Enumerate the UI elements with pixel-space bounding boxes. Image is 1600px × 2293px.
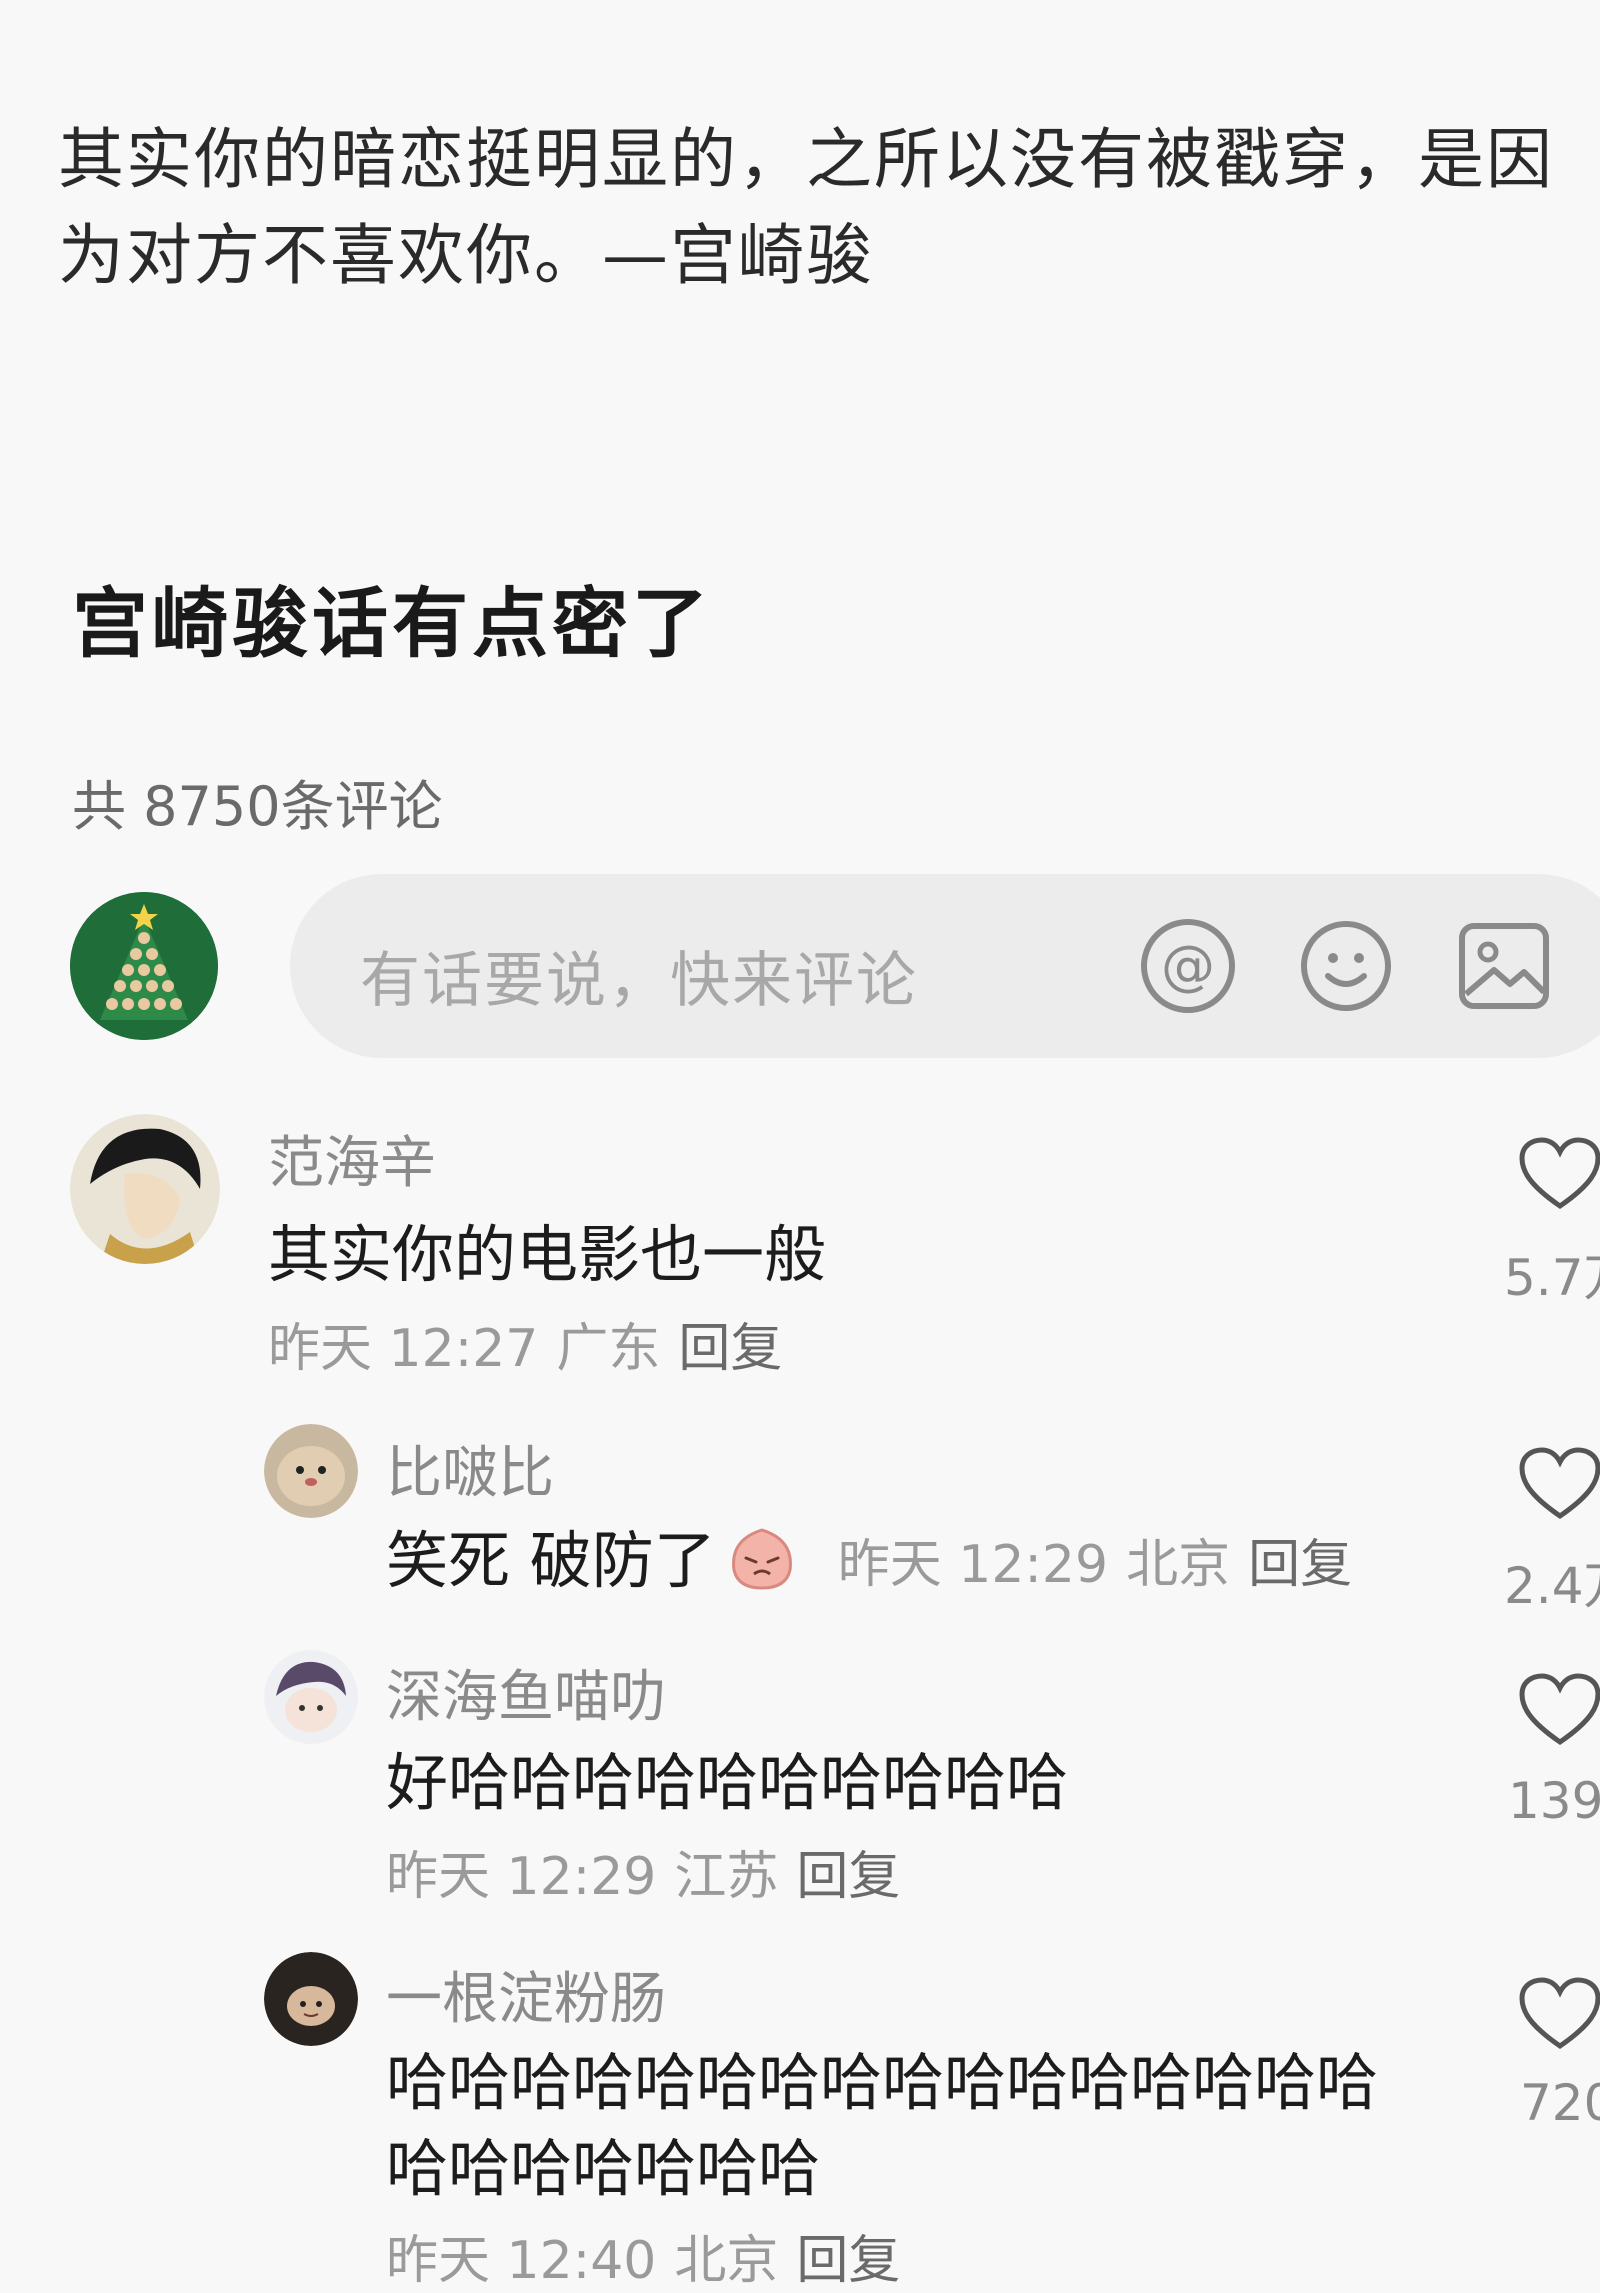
reply-location: 北京 bbox=[674, 2231, 779, 2291]
like-count: 1395 bbox=[1508, 1772, 1600, 1830]
comment-location: 广东 bbox=[556, 1319, 661, 1379]
reply-text-line-1: 哈哈哈哈哈哈哈哈哈哈哈哈哈哈哈哈 bbox=[386, 2046, 1379, 2119]
comment-username[interactable]: 范海辛 bbox=[268, 1118, 436, 1199]
comment-input-placeholder: 有话要说，快来评论 bbox=[360, 946, 918, 1016]
reply-text-content: 笑死 破防了 bbox=[386, 1524, 716, 1597]
emoji-icon[interactable] bbox=[1298, 918, 1394, 1014]
like-icon[interactable] bbox=[1518, 1976, 1600, 2052]
comment-text: 其实你的电影也一般 bbox=[268, 1218, 827, 1291]
avatar[interactable] bbox=[264, 1424, 358, 1518]
reply-button[interactable]: 回复 bbox=[796, 1847, 900, 1907]
reply-button[interactable]: 回复 bbox=[678, 1319, 782, 1379]
like-icon[interactable] bbox=[1518, 1136, 1600, 1212]
avatar[interactable] bbox=[264, 1650, 358, 1744]
comment-meta: 昨天 12:27 广东 回复 bbox=[268, 1306, 782, 1381]
comment-count: 共 8750条评论 bbox=[72, 775, 443, 838]
reply-button[interactable]: 回复 bbox=[796, 2231, 900, 2291]
like-count: 720 bbox=[1520, 2074, 1600, 2132]
reply-time: 昨天 12:40 bbox=[386, 2231, 657, 2291]
post-title: 宫崎骏话有点密了 bbox=[72, 579, 712, 668]
reply-username[interactable]: 比啵比 bbox=[386, 1428, 554, 1509]
like-icon[interactable] bbox=[1518, 1672, 1600, 1748]
reply-meta: 昨天 12:40 北京 回复 bbox=[386, 2218, 900, 2293]
reply-location: 江苏 bbox=[674, 1847, 779, 1907]
reply-text: 好哈哈哈哈哈哈哈哈哈哈 bbox=[386, 1746, 1069, 1819]
reply-location: 北京 bbox=[1126, 1535, 1231, 1595]
post-quote: 其实你的暗恋挺明显的，之所以没有被戳穿，是因 为对方不喜欢你。—宫崎骏 bbox=[58, 112, 1600, 304]
comment-time: 昨天 12:27 bbox=[268, 1319, 539, 1379]
at-icon[interactable]: @ bbox=[1140, 918, 1236, 1014]
reply-username[interactable]: 一根淀粉肠 bbox=[386, 1954, 666, 2035]
image-icon[interactable] bbox=[1456, 918, 1552, 1014]
reply-meta: 昨天 12:29 江苏 回复 bbox=[386, 1834, 900, 1909]
like-count: 2.4万 bbox=[1504, 1557, 1600, 1615]
like-icon[interactable] bbox=[1518, 1446, 1600, 1522]
reply-time: 昨天 12:29 bbox=[837, 1535, 1109, 1595]
svg-text:@: @ bbox=[1161, 934, 1215, 997]
reply-time: 昨天 12:29 bbox=[386, 1847, 657, 1907]
reply-text-line-2: 哈哈哈哈哈哈哈 bbox=[386, 2132, 821, 2205]
post-quote-line-1: 其实你的暗恋挺明显的，之所以没有被戳穿，是因 bbox=[58, 121, 1554, 198]
avatar[interactable] bbox=[70, 1114, 220, 1264]
current-user-avatar[interactable] bbox=[70, 892, 218, 1040]
like-count: 5.7万 bbox=[1504, 1249, 1600, 1307]
avatar[interactable] bbox=[264, 1952, 358, 2046]
reply-button[interactable]: 回复 bbox=[1248, 1535, 1352, 1595]
crying-emoji-icon bbox=[726, 1520, 798, 1592]
reply-meta: 昨天 12:29 北京 回复 bbox=[838, 1535, 1352, 1595]
reply-username[interactable]: 深海鱼喵叻 bbox=[386, 1652, 666, 1733]
post-quote-line-2: 为对方不喜欢你。—宫崎骏 bbox=[58, 217, 874, 294]
reply-text: 笑死 破防了 昨天 12:29 北京 回复 bbox=[386, 1518, 1352, 1608]
